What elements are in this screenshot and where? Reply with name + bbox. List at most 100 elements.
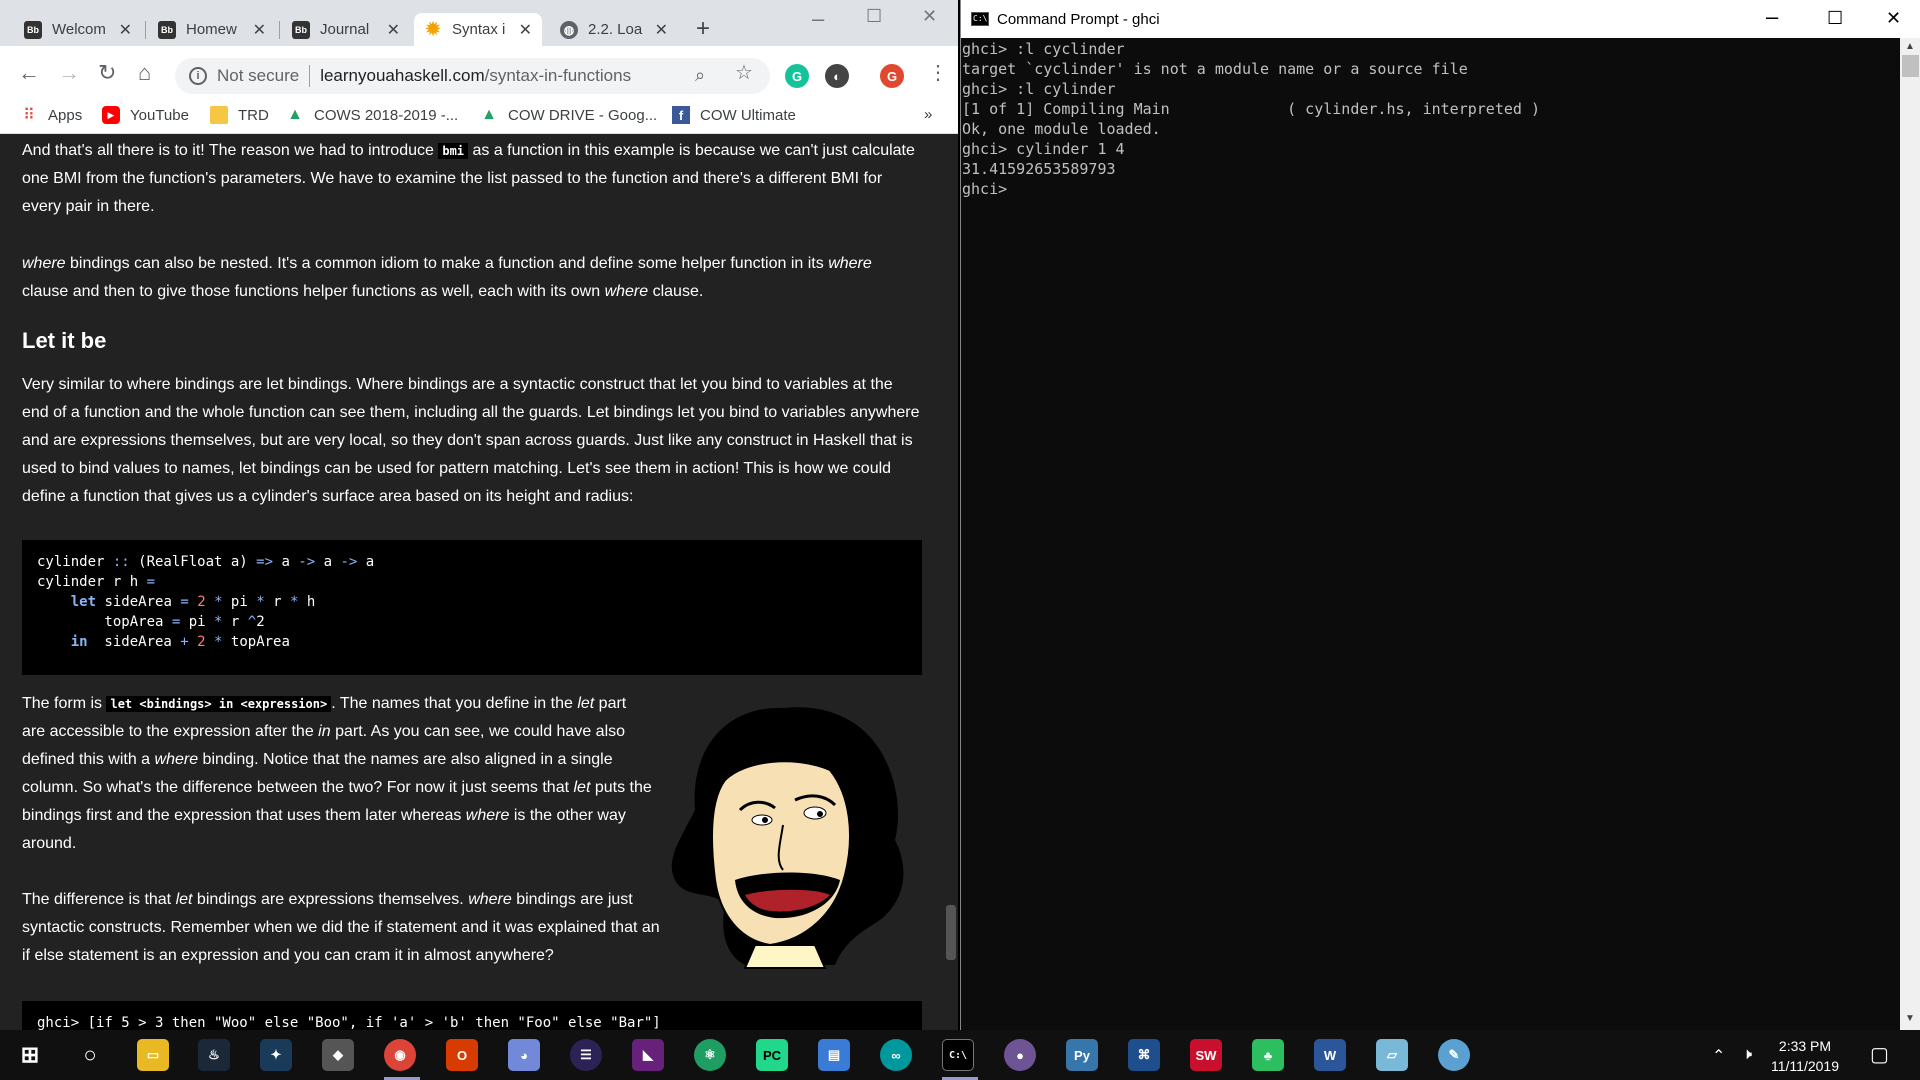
inline-code: bmi bbox=[438, 143, 469, 159]
discord-icon[interactable]: ◕ bbox=[508, 1039, 540, 1071]
terminal-scrollbar[interactable]: ▲ ▼ bbox=[1900, 38, 1920, 1030]
reload-button[interactable]: ↻ bbox=[98, 62, 116, 84]
search-icon[interactable]: ⌕ bbox=[695, 64, 705, 86]
close-tab-icon[interactable]: ✕ bbox=[119, 20, 132, 40]
tab-strip: Bb Welcom ✕ Bb Homew ✕ Bb Journal ✕ ✹ Sy… bbox=[0, 0, 958, 46]
bookmark-trd[interactable]: TRD bbox=[210, 106, 269, 124]
close-tab-icon[interactable]: ✕ bbox=[655, 20, 668, 40]
arduino-icon[interactable]: ∞ bbox=[880, 1039, 912, 1071]
back-button[interactable]: ← bbox=[18, 62, 40, 84]
scroll-up-icon[interactable]: ▲ bbox=[1905, 41, 1915, 52]
terminal-line: ghci> :l cyclinder bbox=[962, 40, 1125, 58]
terminal-output[interactable]: ghci> :l cyclinder target `cyclinder' is … bbox=[962, 38, 1900, 1028]
terminal-line: target `cyclinder' is not a module name … bbox=[962, 60, 1468, 78]
section-heading: Let it be bbox=[22, 328, 107, 353]
tab-syntax-active[interactable]: ✹ Syntax i ✕ bbox=[414, 13, 542, 46]
show-hidden-icons-chevron[interactable]: ⌃ bbox=[1712, 1046, 1725, 1066]
word-icon[interactable]: W bbox=[1314, 1039, 1346, 1071]
tab-loading[interactable]: ◍ 2.2. Loa ✕ bbox=[550, 13, 678, 46]
volume-muted-icon[interactable]: 🕨 bbox=[1742, 1046, 1752, 1064]
atom-icon[interactable]: ⚛ bbox=[694, 1039, 726, 1071]
paint-icon[interactable]: ✎ bbox=[1438, 1039, 1470, 1071]
bookmark-cow-drive[interactable]: ▲ COW DRIVE - Goog... bbox=[480, 106, 657, 124]
paragraph: Very similar to where bindings are let b… bbox=[22, 376, 920, 505]
browser-window: Bb Welcom ✕ Bb Homew ✕ Bb Journal ✕ ✹ Sy… bbox=[0, 0, 958, 1030]
maximize-button[interactable]: ☐ bbox=[866, 6, 882, 27]
python-icon[interactable]: Py bbox=[1066, 1039, 1098, 1071]
bookmark-apps[interactable]: ⠿ Apps bbox=[20, 106, 83, 125]
command-prompt-window: C:\ Command Prompt - ghci – ☐ ✕ ghci> :l… bbox=[960, 0, 1920, 1030]
code-line: let sideArea = 2 * pi * r * h bbox=[70, 594, 316, 610]
command-prompt-taskbar-icon[interactable]: C:\ bbox=[942, 1039, 974, 1071]
minimize-button[interactable]: – bbox=[1766, 4, 1778, 30]
bookmark-label: Apps bbox=[48, 106, 83, 124]
grammarly-extension-icon[interactable]: G bbox=[785, 64, 809, 88]
emphasis: in bbox=[318, 723, 331, 740]
chrome-icon[interactable]: ◉ bbox=[384, 1039, 416, 1071]
menu-kebab-icon[interactable]: ⋮ bbox=[928, 62, 948, 84]
info-icon[interactable]: i bbox=[189, 67, 207, 85]
text: . The names that you define in the bbox=[331, 695, 578, 712]
close-tab-icon[interactable]: ✕ bbox=[253, 20, 266, 40]
maximize-button[interactable]: ☐ bbox=[1827, 8, 1843, 29]
network-icon[interactable]: ▤ bbox=[818, 1039, 850, 1071]
minimize-button[interactable]: – bbox=[812, 6, 824, 32]
terminal-line: 31.41592653589793 bbox=[962, 160, 1116, 178]
game-icon[interactable]: ◆ bbox=[322, 1039, 354, 1071]
eclipse-icon[interactable]: ☰ bbox=[570, 1039, 602, 1071]
apps-grid-icon: ⠿ bbox=[23, 107, 35, 124]
cartoon-illustration bbox=[671, 707, 904, 969]
address-bar[interactable]: i Not secure learnyouahaskell.com/syntax… bbox=[175, 58, 770, 94]
tab-label: 2.2. Loa bbox=[588, 21, 643, 38]
security-label: Not secure bbox=[217, 66, 300, 85]
close-window-button[interactable]: ✕ bbox=[922, 6, 937, 27]
emphasis: where bbox=[468, 891, 512, 908]
bookmark-cows[interactable]: ▲ COWS 2018-2019 -... bbox=[286, 106, 458, 124]
clock-time: 2:33 PM bbox=[1778, 1038, 1832, 1054]
emphasis: where bbox=[828, 255, 872, 272]
close-tab-icon[interactable]: ✕ bbox=[519, 20, 532, 40]
game-launcher-icon[interactable]: ✦ bbox=[260, 1039, 292, 1071]
page-scrollbar-thumb[interactable] bbox=[946, 905, 956, 960]
paragraph: The difference is that let bindings are … bbox=[22, 886, 662, 970]
system-clock[interactable]: 2:33 PM 11/11/2019 bbox=[1770, 1036, 1840, 1076]
notepad-icon[interactable]: ▱ bbox=[1376, 1039, 1408, 1071]
office-icon[interactable]: O bbox=[446, 1039, 478, 1071]
scroll-down-icon[interactable]: ▼ bbox=[1905, 1013, 1915, 1024]
bookmark-star-icon[interactable]: ☆ bbox=[735, 62, 753, 84]
notifications-icon[interactable]: ▢ bbox=[1870, 1042, 1889, 1067]
paragraph: where bindings can also be nested. It's … bbox=[22, 250, 922, 306]
url-host: learnyouahaskell.com bbox=[320, 66, 485, 85]
close-tab-icon[interactable]: ✕ bbox=[387, 20, 400, 40]
tab-homework[interactable]: Bb Homew ✕ bbox=[148, 13, 276, 46]
code-line: in sideArea + 2 * topArea bbox=[70, 634, 290, 650]
tab-welcome[interactable]: Bb Welcom ✕ bbox=[14, 13, 142, 46]
github-desktop-icon[interactable]: ● bbox=[1004, 1039, 1036, 1071]
terminal-prompt-line: ghci> bbox=[962, 180, 1017, 198]
visual-studio-icon[interactable]: ◣ bbox=[632, 1039, 664, 1071]
text: clause. bbox=[648, 283, 704, 300]
forward-button[interactable]: → bbox=[58, 62, 80, 84]
windows-start-icon[interactable]: ⊞ bbox=[14, 1039, 46, 1071]
steam-icon[interactable]: ♨ bbox=[198, 1039, 230, 1071]
search-cortana-icon[interactable]: ○ bbox=[74, 1039, 106, 1071]
file-explorer-icon[interactable]: ▭ bbox=[137, 1039, 169, 1071]
bookmarks-overflow-button[interactable]: » bbox=[924, 106, 932, 123]
extension-icon[interactable]: ◐ bbox=[825, 64, 849, 88]
command-prompt-icon: C:\ bbox=[971, 12, 989, 26]
new-tab-button[interactable]: + bbox=[696, 17, 710, 41]
pycharm-icon[interactable]: PC bbox=[756, 1039, 788, 1071]
bookmark-cow-ultimate[interactable]: f COW Ultimate bbox=[672, 106, 796, 124]
evernote-icon[interactable]: ♣ bbox=[1252, 1039, 1284, 1071]
folder-icon bbox=[210, 106, 228, 124]
close-window-button[interactable]: ✕ bbox=[1886, 8, 1901, 29]
code-line: cylinder :: (RealFloat a) => a -> a -> a bbox=[37, 554, 375, 570]
bookmark-youtube[interactable]: ▶ YouTube bbox=[102, 106, 189, 124]
scrollbar-thumb[interactable] bbox=[1902, 55, 1919, 77]
network-tool-icon[interactable]: ⌘ bbox=[1128, 1039, 1160, 1071]
solidworks-icon[interactable]: SW bbox=[1190, 1039, 1222, 1071]
profile-avatar[interactable]: G bbox=[880, 64, 904, 88]
home-button[interactable]: ⌂ bbox=[138, 62, 151, 84]
paragraph: The form is let <bindings> in <expressio… bbox=[22, 690, 652, 858]
tab-journal[interactable]: Bb Journal ✕ bbox=[282, 13, 410, 46]
